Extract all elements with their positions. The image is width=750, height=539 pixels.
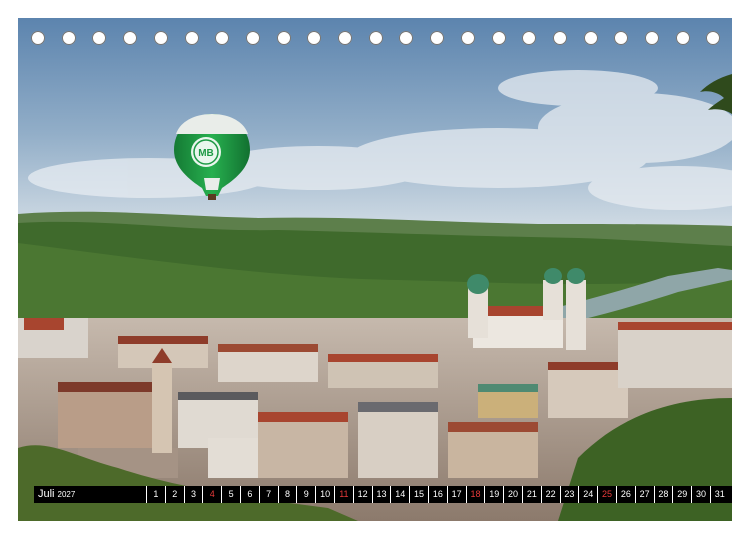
church-tower — [152, 348, 172, 453]
day-13: 13 — [371, 486, 391, 503]
binding-hole — [583, 31, 598, 45]
day-21: 21 — [521, 486, 541, 503]
day-2: 2 — [164, 486, 184, 503]
calendar-page: MB Juli 2027 1 2 3 4 5 6 7 8 9 10 11 12 13 14 15 16 17 18… — [18, 18, 732, 521]
day-11: 11 — [333, 486, 353, 503]
binding-hole — [675, 31, 690, 45]
binding-hole — [706, 31, 721, 45]
day-5: 5 — [221, 486, 240, 503]
day-6: 6 — [239, 486, 259, 503]
binding-hole — [123, 31, 138, 45]
month-label: Juli 2027 — [34, 486, 146, 503]
binding-hole — [338, 31, 352, 45]
day-20: 20 — [503, 486, 522, 503]
day-10: 10 — [315, 486, 334, 503]
day-28: 28 — [653, 486, 673, 503]
binding-hole — [430, 31, 445, 45]
balloon-logo: MB — [198, 148, 214, 159]
binding-hole — [460, 31, 475, 45]
binding-hole — [31, 31, 45, 45]
binding-hole — [645, 31, 659, 45]
calendar-bar: Juli 2027 1 2 3 4 5 6 7 8 9 10 11 12 13 14 15 16 17 18 19 2… — [34, 486, 732, 503]
day-23: 23 — [559, 486, 579, 503]
day-24: 24 — [578, 486, 597, 503]
day-29: 29 — [672, 486, 691, 503]
binding-hole — [92, 31, 107, 45]
binding-hole — [399, 31, 414, 45]
binding-hole — [368, 31, 383, 45]
day-3: 3 — [183, 486, 203, 503]
binding-holes — [18, 31, 732, 47]
binding-hole — [276, 31, 291, 45]
day-14: 14 — [390, 486, 409, 503]
day-22: 22 — [540, 486, 560, 503]
day-12: 12 — [352, 486, 372, 503]
binding-hole — [153, 31, 168, 45]
day-31: 31 — [709, 486, 729, 503]
binding-hole — [61, 31, 76, 45]
day-17: 17 — [446, 486, 466, 503]
binding-hole — [491, 31, 506, 45]
binding-hole — [245, 31, 260, 45]
day-8: 8 — [277, 486, 297, 503]
day-7: 7 — [258, 486, 278, 503]
day-1: 1 — [146, 486, 165, 503]
day-cells: 1 2 3 4 5 6 7 8 9 10 11 12 13 14 15 16 17 18 19 20 21 22 23 24 2… — [146, 486, 729, 503]
day-4: 4 — [202, 486, 221, 503]
binding-hole — [184, 31, 199, 45]
day-19: 19 — [484, 486, 503, 503]
month-name: Juli — [38, 488, 55, 500]
day-26: 26 — [615, 486, 635, 503]
day-15: 15 — [409, 486, 428, 503]
day-18: 18 — [465, 486, 485, 503]
day-25: 25 — [597, 486, 616, 503]
day-9: 9 — [296, 486, 315, 503]
day-30: 30 — [691, 486, 710, 503]
day-27: 27 — [634, 486, 654, 503]
binding-hole — [614, 31, 629, 45]
day-16: 16 — [427, 486, 447, 503]
passau-panorama-photo: MB — [18, 18, 732, 521]
year-label: 2027 — [57, 490, 76, 499]
binding-hole — [522, 31, 537, 45]
binding-hole — [552, 31, 567, 45]
binding-hole — [215, 31, 230, 45]
binding-hole — [307, 31, 322, 45]
